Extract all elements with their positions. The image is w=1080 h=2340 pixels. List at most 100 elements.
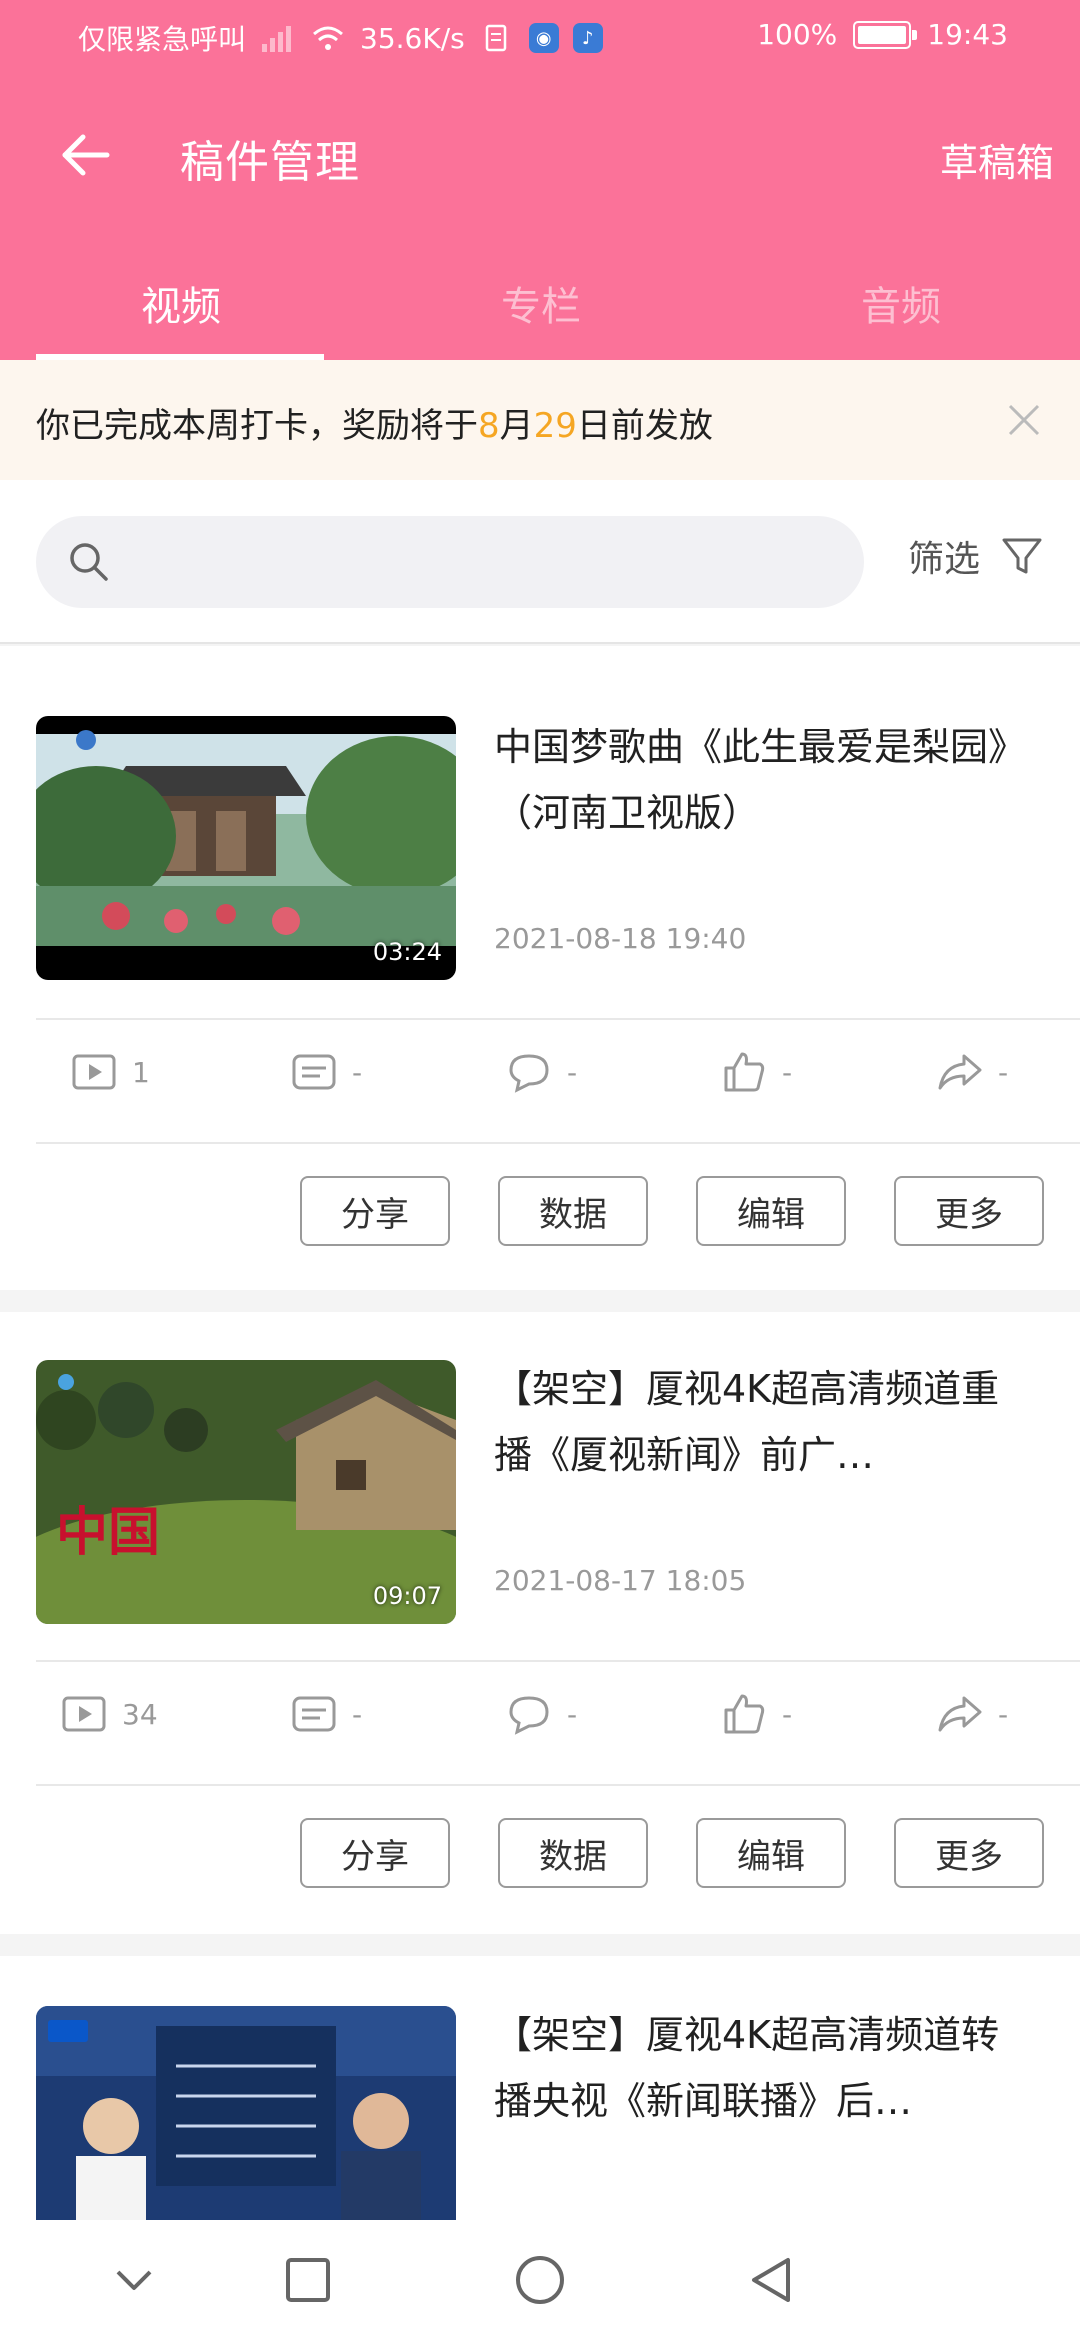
- music-app-icon: ♪: [572, 23, 603, 53]
- share-button[interactable]: 分享: [300, 1818, 450, 1888]
- tab-column[interactable]: 专栏: [396, 274, 686, 332]
- video-thumbnail[interactable]: 中国 09:07: [36, 1360, 456, 1624]
- tab-audio[interactable]: 音频: [756, 274, 1046, 332]
- video-actions: 分享 数据 编辑 更多: [0, 1136, 1080, 1286]
- comment-count: -: [505, 1690, 577, 1738]
- video-card[interactable]: 中国 09:07 【架空】厦视4K超高清频道重播《厦视新闻》前广… 2021-0…: [0, 1312, 1080, 1934]
- danmaku-icon: [292, 1696, 336, 1732]
- tab-video[interactable]: 视频: [36, 274, 326, 332]
- tab-bar: 视频 专栏 音频: [0, 256, 1080, 360]
- play-count: 34: [60, 1690, 158, 1738]
- video-duration: 09:07: [372, 1582, 442, 1610]
- notice-month-unit: 月: [499, 406, 534, 446]
- notice-month: 8: [478, 406, 500, 446]
- share-count: -: [936, 1690, 1008, 1738]
- like-count-value: -: [782, 1697, 793, 1731]
- drafts-button[interactable]: 草稿箱: [940, 132, 1054, 187]
- checkin-notice: 你已完成本周打卡，奖励将于8月29日前发放: [0, 360, 1080, 480]
- search-icon: [70, 543, 108, 581]
- share-icon: [938, 1054, 982, 1090]
- toolbar: 稿件管理 草稿箱: [0, 100, 1080, 210]
- search-input[interactable]: [36, 516, 864, 608]
- square-icon: [286, 2258, 330, 2302]
- app-header: 仅限紧急呼叫 35.6K/s ◉ ♪ 100% 19:43 稿件管理 草稿箱 视…: [0, 0, 1080, 360]
- filter-label: 筛选: [907, 539, 980, 580]
- notice-day: 29: [533, 406, 577, 446]
- danmaku-count: -: [290, 1690, 362, 1738]
- share-icon: [938, 1696, 982, 1732]
- search-area: 筛选: [0, 480, 1080, 644]
- play-icon: [62, 1696, 106, 1732]
- danmaku-count-value: -: [352, 1697, 363, 1731]
- broadcast-app-icon: ◉: [528, 23, 559, 53]
- play-icon: [72, 1054, 116, 1090]
- video-title[interactable]: 【架空】厦视4K超高清频道重播《厦视新闻》前广…: [494, 1356, 1034, 1488]
- play-count-value: 1: [132, 1055, 150, 1089]
- arrow-left-icon: [62, 134, 110, 176]
- notice-text: 你已完成本周打卡，奖励将于8月29日前发放: [36, 398, 713, 447]
- like-count: -: [720, 1048, 792, 1096]
- circle-icon: [516, 2256, 564, 2304]
- chevron-down-icon: [116, 2270, 152, 2290]
- video-title[interactable]: 【架空】厦视4K超高清频道转播央视《新闻联播》后…: [494, 2002, 1034, 2134]
- close-icon[interactable]: [1004, 400, 1044, 440]
- comment-count-value: -: [567, 1055, 578, 1089]
- share-count-value: -: [998, 1055, 1009, 1089]
- notice-text-before: 你已完成本周打卡，奖励将于: [36, 406, 478, 446]
- svg-text:中国: 中国: [56, 1502, 160, 1563]
- filter-button[interactable]: 筛选: [908, 530, 1044, 582]
- notice-text-after: 日前发放: [576, 406, 713, 446]
- video-card[interactable]: 【架空】厦视4K超高清频道转播央视《新闻联播》后…: [0, 1956, 1080, 2220]
- play-count: 1: [70, 1048, 150, 1096]
- status-bar: 仅限紧急呼叫 35.6K/s ◉ ♪ 100% 19:43: [0, 0, 1080, 75]
- video-title[interactable]: 中国梦歌曲《此生最爱是梨园》（河南卫视版）: [494, 714, 1034, 846]
- nav-home-button[interactable]: [510, 2250, 570, 2310]
- share-button[interactable]: 分享: [300, 1176, 450, 1246]
- network-speed: 35.6K/s: [360, 21, 465, 55]
- battery-icon: [853, 20, 918, 49]
- video-duration: 03:24: [372, 938, 442, 966]
- video-stats: 34 - - - -: [0, 1652, 1080, 1778]
- comment-icon: [509, 1054, 549, 1093]
- share-count: -: [936, 1048, 1008, 1096]
- edit-button[interactable]: 编辑: [696, 1176, 846, 1246]
- data-button[interactable]: 数据: [498, 1176, 648, 1246]
- thumbs-up-icon: [724, 1694, 765, 1734]
- comment-count: -: [505, 1048, 577, 1096]
- nav-recents-button[interactable]: [278, 2250, 338, 2310]
- wifi-icon: [313, 26, 343, 50]
- triangle-back-icon: [752, 2258, 790, 2302]
- comment-count-value: -: [567, 1697, 578, 1731]
- document-icon: [485, 24, 506, 52]
- clock: 19:43: [927, 18, 1008, 51]
- signal-icon: [262, 26, 292, 52]
- video-date: 2021-08-17 18:05: [494, 1564, 747, 1597]
- more-button[interactable]: 更多: [894, 1818, 1044, 1888]
- back-button[interactable]: [52, 122, 118, 188]
- video-date: 2021-08-18 19:40: [494, 922, 747, 955]
- funnel-icon: [1002, 538, 1042, 574]
- video-thumbnail[interactable]: 03:24: [36, 716, 456, 980]
- comment-icon: [509, 1696, 549, 1735]
- like-count: -: [720, 1690, 792, 1738]
- emergency-call-text: 仅限紧急呼叫: [78, 23, 247, 56]
- video-thumbnail[interactable]: [36, 2006, 456, 2220]
- battery-percent: 100%: [757, 18, 838, 51]
- video-stats: 1 - - - -: [0, 1010, 1080, 1136]
- system-navigation-bar: [0, 2220, 1080, 2340]
- battery-fill: [858, 25, 907, 44]
- like-count-value: -: [782, 1055, 793, 1089]
- video-actions: 分享 数据 编辑 更多: [0, 1778, 1080, 1928]
- nav-back-button[interactable]: [742, 2250, 802, 2310]
- thumbs-up-icon: [724, 1052, 765, 1092]
- video-card[interactable]: 03:24 中国梦歌曲《此生最爱是梨园》（河南卫视版） 2021-08-18 1…: [0, 646, 1080, 1290]
- danmaku-icon: [292, 1054, 336, 1090]
- data-button[interactable]: 数据: [498, 1818, 648, 1888]
- nav-collapse-button[interactable]: [104, 2250, 164, 2310]
- danmaku-count: -: [290, 1048, 362, 1096]
- play-count-value: 34: [122, 1697, 158, 1731]
- danmaku-count-value: -: [352, 1055, 363, 1089]
- share-count-value: -: [998, 1697, 1009, 1731]
- edit-button[interactable]: 编辑: [696, 1818, 846, 1888]
- more-button[interactable]: 更多: [894, 1176, 1044, 1246]
